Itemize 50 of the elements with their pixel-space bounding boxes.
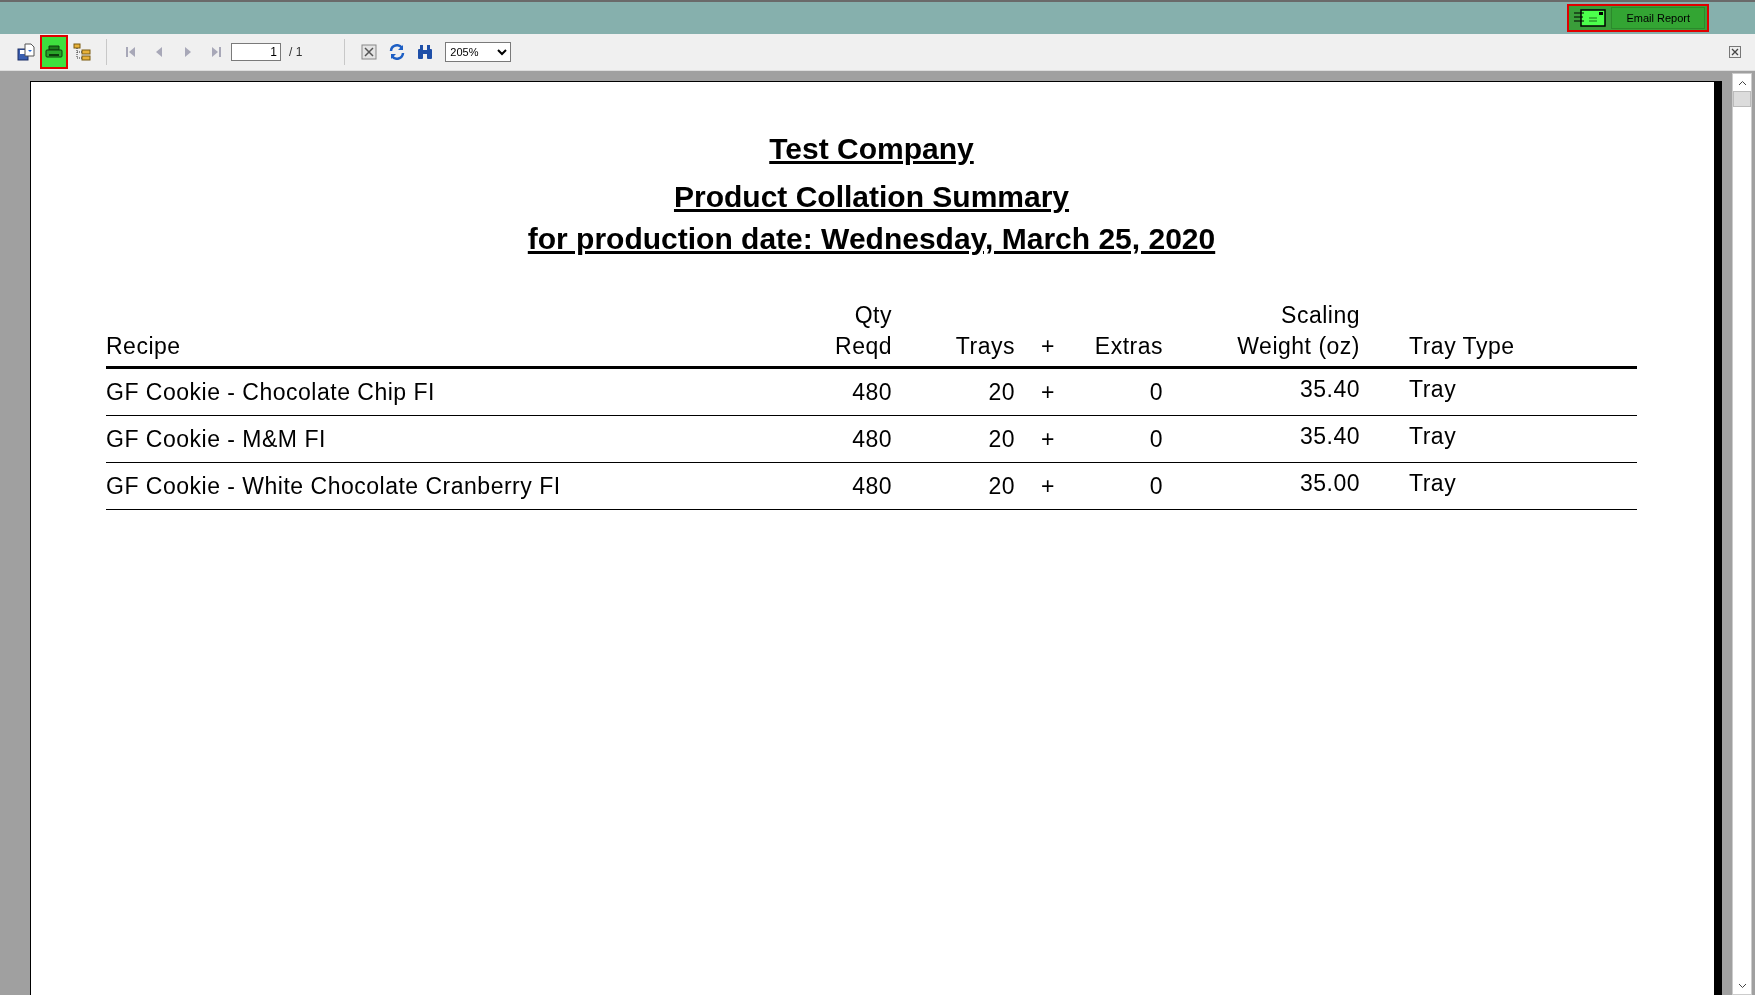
column-header: Scaling Weight (oz) (1236, 301, 1360, 361)
weight-text: 35.40 (1299, 423, 1360, 449)
extras-text: 0 (1149, 426, 1163, 452)
stop-icon (361, 44, 378, 60)
email-report-button[interactable]: Email Report (1611, 7, 1705, 29)
save-export-icon (17, 43, 35, 61)
column-header: + (1040, 332, 1056, 361)
zoom-select[interactable]: 205% (445, 42, 512, 62)
recipe-text: GF Cookie - White Chocolate Cranberry FI (106, 473, 561, 499)
printer-icon (44, 44, 64, 60)
recipe-text: GF Cookie - Chocolate Chip FI (106, 379, 435, 405)
recipe-text: GF Cookie - M&M FI (106, 426, 326, 452)
binoculars-icon (417, 44, 434, 60)
column-header: Trays (954, 332, 1015, 361)
refresh-icon (389, 44, 406, 60)
plus-sign-text: + (1041, 379, 1055, 405)
chevron-up-icon (1737, 79, 1747, 86)
tray-type-text: Tray (1409, 376, 1457, 402)
quantity-text: 480 (852, 426, 892, 452)
quantity-text: 480 (852, 473, 892, 499)
tray-type-text: Tray (1409, 470, 1457, 496)
extras-text: 0 (1149, 379, 1163, 405)
print-button[interactable] (42, 37, 66, 67)
page-number-field[interactable]: 1 (231, 43, 281, 61)
column-header: Recipe (106, 332, 182, 361)
column-header: Qty Reqd (834, 301, 892, 361)
report-subtitle: for production date: Wednesday, March 25, 2020 (527, 222, 1216, 256)
scroll-thumb[interactable] (1733, 91, 1751, 107)
column-header: Extras (1093, 332, 1163, 361)
page-total: / 1 (289, 45, 303, 59)
chevron-down-icon (1737, 982, 1747, 989)
extras-text: 0 (1149, 473, 1163, 499)
close-icon (1729, 46, 1741, 58)
plus-sign-text: + (1041, 473, 1055, 499)
group-tree-icon (73, 43, 91, 61)
company-name: Test Company (769, 132, 974, 166)
tree-button[interactable] (70, 40, 94, 64)
tray-type-text: Tray (1409, 423, 1457, 449)
envelope-icon (1573, 9, 1608, 27)
trays-text: 20 (988, 379, 1015, 405)
column-header: Tray Type (1408, 332, 1516, 361)
bar-triangle-icon (124, 45, 138, 59)
export-button[interactable] (14, 40, 38, 64)
weight-text: 35.40 (1299, 376, 1360, 402)
quantity-text: 480 (852, 379, 892, 405)
weight-text: 35.00 (1299, 470, 1360, 496)
trays-text: 20 (988, 473, 1015, 499)
report-title: Product Collation Summary (673, 180, 1070, 214)
plus-sign-text: + (1041, 426, 1055, 452)
trays-text: 20 (988, 426, 1015, 452)
